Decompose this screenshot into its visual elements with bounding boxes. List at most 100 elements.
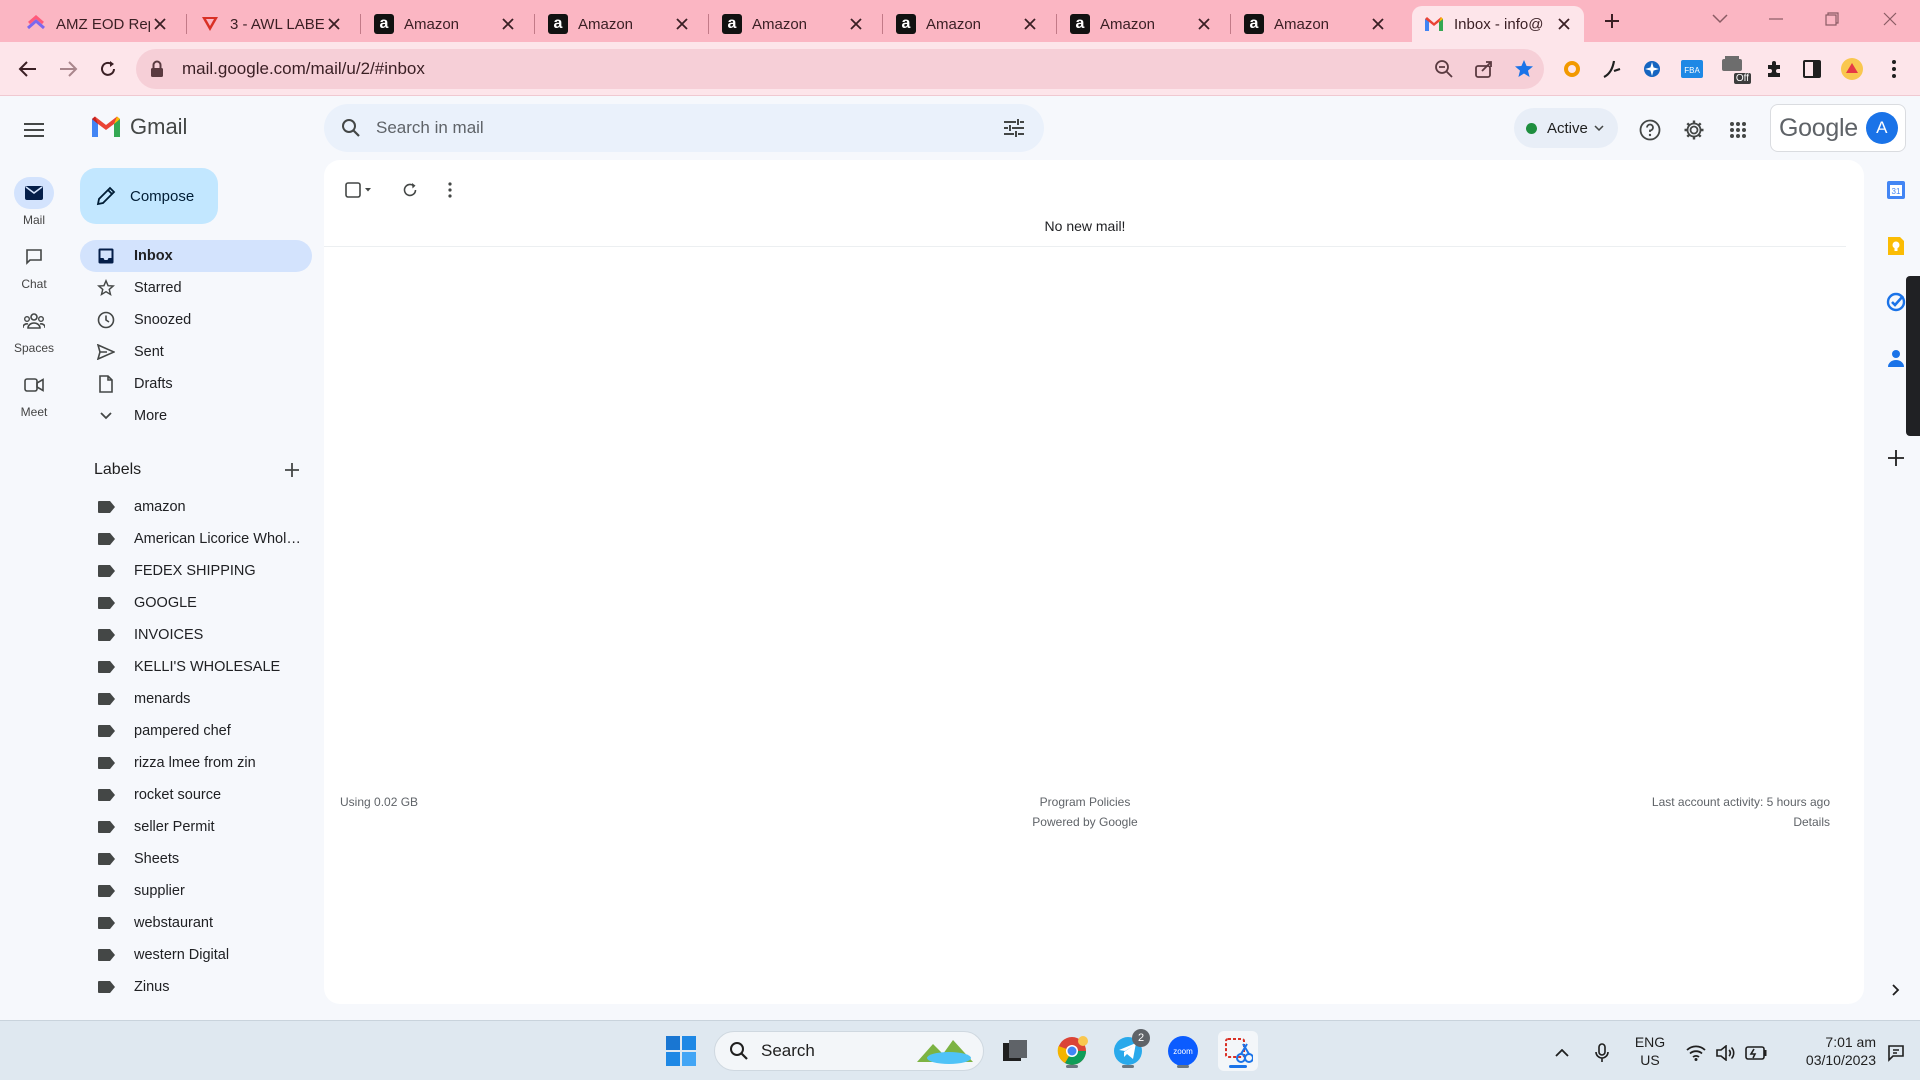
start-button[interactable]: [661, 1031, 701, 1071]
tab-close-icon[interactable]: [1194, 14, 1214, 34]
wifi-icon[interactable]: [1682, 1039, 1710, 1067]
tab-amazon[interactable]: a Amazon: [710, 6, 876, 42]
taskbar-snipping-tool[interactable]: [1218, 1031, 1258, 1071]
refresh-button[interactable]: [390, 172, 430, 208]
new-tab-button[interactable]: [1592, 6, 1632, 36]
label-item[interactable]: supplier: [80, 875, 312, 907]
details-link[interactable]: Details: [1793, 815, 1830, 829]
label-item[interactable]: Sheets: [80, 843, 312, 875]
address-bar[interactable]: mail.google.com/mail/u/2/#inbox: [136, 49, 1544, 89]
microphone-button[interactable]: [1588, 1039, 1616, 1067]
extensions-puzzle-icon[interactable]: [1760, 55, 1788, 83]
label-item[interactable]: American Licorice Whole...: [80, 523, 312, 555]
support-button[interactable]: [1632, 112, 1668, 148]
tab-close-icon[interactable]: [1368, 14, 1388, 34]
rail-item-chat[interactable]: Chat: [0, 241, 68, 291]
zoom-icon[interactable]: [1424, 49, 1464, 89]
tab-gmail-inbox[interactable]: Inbox - info@: [1412, 6, 1584, 42]
clock[interactable]: 7:01 am 03/10/2023: [1780, 1033, 1876, 1069]
tab-close-icon[interactable]: [324, 14, 344, 34]
close-window-button[interactable]: [1862, 4, 1918, 34]
tab-amazon[interactable]: a Amazon: [362, 6, 528, 42]
folder-more[interactable]: More: [80, 400, 312, 432]
tab-close-icon[interactable]: [498, 14, 518, 34]
share-icon[interactable]: [1464, 49, 1504, 89]
taskbar-chrome[interactable]: [1052, 1031, 1092, 1071]
label-item[interactable]: amazon: [80, 491, 312, 523]
tab-amazon[interactable]: a Amazon: [1058, 6, 1224, 42]
rail-item-meet[interactable]: Meet: [0, 369, 68, 419]
settings-button[interactable]: [1676, 112, 1712, 148]
compose-button[interactable]: Compose: [80, 168, 218, 224]
avatar[interactable]: A: [1865, 112, 1898, 144]
folder-starred[interactable]: Starred: [80, 272, 312, 304]
create-label-button[interactable]: [280, 458, 304, 482]
label-item[interactable]: menards: [80, 683, 312, 715]
tab-search-button[interactable]: [1692, 4, 1748, 34]
extension-fba-icon[interactable]: FBA: [1678, 55, 1706, 83]
label-item[interactable]: webstaurant: [80, 907, 312, 939]
more-actions-button[interactable]: [430, 172, 470, 208]
label-item[interactable]: GOOGLE: [80, 587, 312, 619]
status-selector[interactable]: Active: [1514, 108, 1618, 148]
tab-close-icon[interactable]: [150, 14, 170, 34]
label-item[interactable]: KELLI'S WHOLESALE: [80, 651, 312, 683]
get-addons-button[interactable]: [1882, 444, 1910, 472]
search-input[interactable]: [376, 118, 992, 138]
taskbar-telegram[interactable]: 2: [1108, 1029, 1150, 1071]
extension-orange-icon[interactable]: [1558, 55, 1586, 83]
select-all-checkbox[interactable]: [336, 172, 380, 208]
battery-icon[interactable]: [1742, 1039, 1770, 1067]
taskbar-search[interactable]: Search: [714, 1031, 984, 1071]
tab-close-icon[interactable]: [672, 14, 692, 34]
reload-button[interactable]: [92, 53, 124, 85]
side-panel-icon[interactable]: [1798, 55, 1826, 83]
show-hidden-icons-button[interactable]: [1548, 1039, 1576, 1067]
label-item[interactable]: seller Permit: [80, 811, 312, 843]
tab-amazon[interactable]: a Amazon: [536, 6, 702, 42]
tab-close-icon[interactable]: [1020, 14, 1040, 34]
tab-close-icon[interactable]: [846, 14, 866, 34]
keep-icon[interactable]: [1882, 232, 1910, 260]
tab-awl-label[interactable]: 3 - AWL LABEL: [188, 6, 354, 42]
minimize-button[interactable]: [1748, 4, 1804, 34]
label-item[interactable]: FEDEX SHIPPING: [80, 555, 312, 587]
folder-inbox[interactable]: Inbox: [80, 240, 312, 272]
program-policies-link[interactable]: Program Policies: [1040, 795, 1131, 809]
search-icon[interactable]: [338, 115, 364, 141]
taskbar-file-explorer[interactable]: [995, 1031, 1035, 1071]
calendar-icon[interactable]: 31: [1882, 176, 1910, 204]
extension-arrow-icon[interactable]: [1598, 55, 1626, 83]
profile-avatar-icon[interactable]: [1838, 55, 1866, 83]
google-apps-button[interactable]: [1720, 112, 1756, 148]
folder-snoozed[interactable]: Snoozed: [80, 304, 312, 336]
language-indicator[interactable]: ENG US: [1628, 1033, 1672, 1069]
search-options-button[interactable]: [992, 106, 1036, 150]
taskbar-zoom[interactable]: zoom: [1163, 1031, 1203, 1071]
label-item[interactable]: rocket source: [80, 779, 312, 811]
label-item[interactable]: pampered chef: [80, 715, 312, 747]
lock-icon[interactable]: [150, 60, 170, 78]
hide-side-panel-button[interactable]: [1882, 976, 1910, 1004]
rail-item-spaces[interactable]: Spaces: [0, 305, 68, 355]
tab-amazon[interactable]: a Amazon: [884, 6, 1050, 42]
tab-close-icon[interactable]: [1554, 14, 1574, 34]
label-item[interactable]: western Digital: [80, 939, 312, 971]
extension-compass-icon[interactable]: [1638, 55, 1666, 83]
browser-menu-icon[interactable]: [1880, 55, 1908, 83]
forward-button[interactable]: [52, 53, 84, 85]
notifications-button[interactable]: [1882, 1039, 1910, 1067]
back-button[interactable]: [12, 53, 44, 85]
tab-amazon[interactable]: a Amazon: [1232, 6, 1398, 42]
volume-icon[interactable]: [1712, 1039, 1740, 1067]
folder-drafts[interactable]: Drafts: [80, 368, 312, 400]
tab-amz-eod-report[interactable]: AMZ EOD Report: [14, 6, 180, 42]
label-item[interactable]: Zinus: [80, 971, 312, 1003]
url-text[interactable]: mail.google.com/mail/u/2/#inbox: [182, 59, 1424, 79]
label-item[interactable]: INVOICES: [80, 619, 312, 651]
folder-sent[interactable]: Sent: [80, 336, 312, 368]
label-item[interactable]: rizza lmee from zin: [80, 747, 312, 779]
restore-button[interactable]: [1804, 4, 1860, 34]
google-account-button[interactable]: Google A: [1770, 104, 1906, 152]
rail-item-mail[interactable]: Mail: [0, 177, 68, 227]
